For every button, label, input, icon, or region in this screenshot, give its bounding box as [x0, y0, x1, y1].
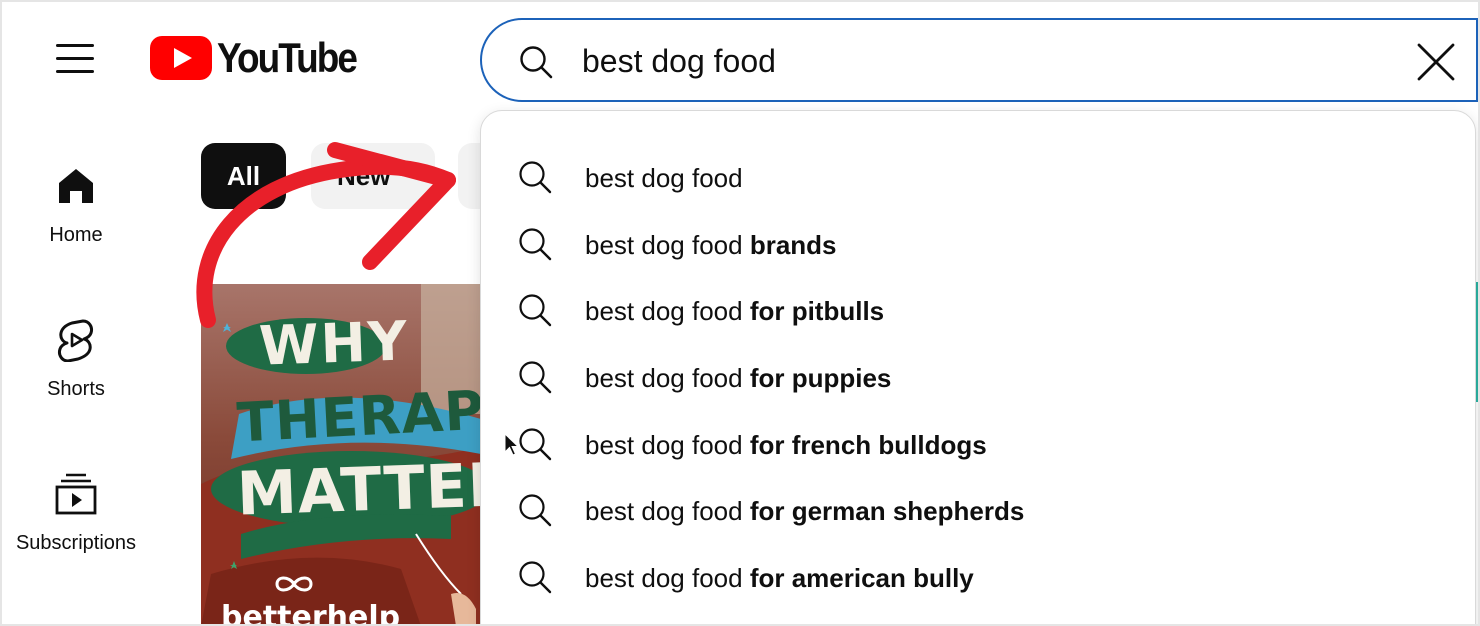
search-icon — [519, 161, 552, 194]
search-suggestions-dropdown: best dog food best dog food brands best … — [480, 110, 1476, 626]
suggestion-text: best dog food brands — [585, 230, 837, 260]
thumbnail-hand — [415, 533, 476, 626]
suggestion-text: best dog food for pitbulls — [585, 296, 885, 326]
thumbnail-brand: betterhelp — [221, 600, 401, 626]
hamburger-line — [56, 69, 94, 73]
sidebar-item-home[interactable]: Home — [0, 164, 152, 247]
home-icon — [54, 164, 98, 208]
youtube-wordmark: YouTube — [217, 34, 358, 81]
chip-new[interactable]: New — [311, 143, 435, 209]
subscriptions-icon — [54, 472, 98, 516]
suggestion-item[interactable]: best dog food — [481, 144, 1475, 210]
sidebar-item-label: Subscriptions — [15, 532, 137, 554]
suggestion-item[interactable]: best dog food for french bulldogs — [481, 411, 1475, 477]
youtube-play-icon — [150, 36, 212, 80]
suggestion-item[interactable]: best dog food brands — [481, 211, 1475, 277]
sidebar-item-label: Shorts — [47, 378, 105, 400]
shorts-icon — [54, 318, 98, 362]
suggestion-item[interactable]: best dog food for american bully — [481, 544, 1475, 610]
sidebar-item-shorts[interactable]: Shorts — [0, 318, 152, 401]
suggestion-text: best dog food for german shepherds — [585, 496, 1025, 526]
search-icon — [519, 228, 552, 261]
mouse-cursor-icon — [504, 433, 520, 456]
search-query-text[interactable]: best dog food — [582, 42, 776, 80]
suggestion-item[interactable]: best dog food for german shepherds — [481, 477, 1475, 543]
suggestion-text: best dog food for american bully — [585, 563, 974, 593]
suggestion-item[interactable]: best dog food for pitbulls — [481, 277, 1475, 343]
edge-accent — [1476, 282, 1479, 402]
suggestion-item[interactable]: best dog food for puppies — [481, 344, 1475, 410]
search-icon — [519, 361, 552, 394]
suggestion-text: best dog food for puppies — [585, 363, 892, 393]
betterhelp-logo-icon — [275, 576, 313, 592]
hamburger-line — [56, 56, 94, 60]
guide-menu-button[interactable] — [52, 38, 100, 78]
chip-all[interactable]: All — [201, 143, 286, 209]
youtube-logo[interactable]: YouTube — [150, 34, 375, 82]
sidebar-item-subscriptions[interactable]: Subscriptions — [0, 472, 152, 555]
search-icon — [519, 561, 552, 594]
search-input[interactable]: best dog food — [480, 18, 1478, 102]
suggestion-text: best dog food — [585, 163, 743, 193]
search-icon — [519, 294, 552, 327]
search-icon — [520, 46, 553, 79]
video-thumbnail[interactable]: WHY THERAPY MATTERS betterhelp — [201, 284, 491, 626]
search-icon — [519, 428, 552, 461]
clear-search-icon[interactable] — [1414, 40, 1458, 84]
sidebar-item-label: Home — [49, 224, 103, 246]
search-icon — [519, 494, 552, 527]
thumbnail-line-1: WHY — [257, 309, 410, 378]
suggestion-text: best dog food for french bulldogs — [585, 430, 987, 460]
hamburger-line — [56, 43, 94, 47]
